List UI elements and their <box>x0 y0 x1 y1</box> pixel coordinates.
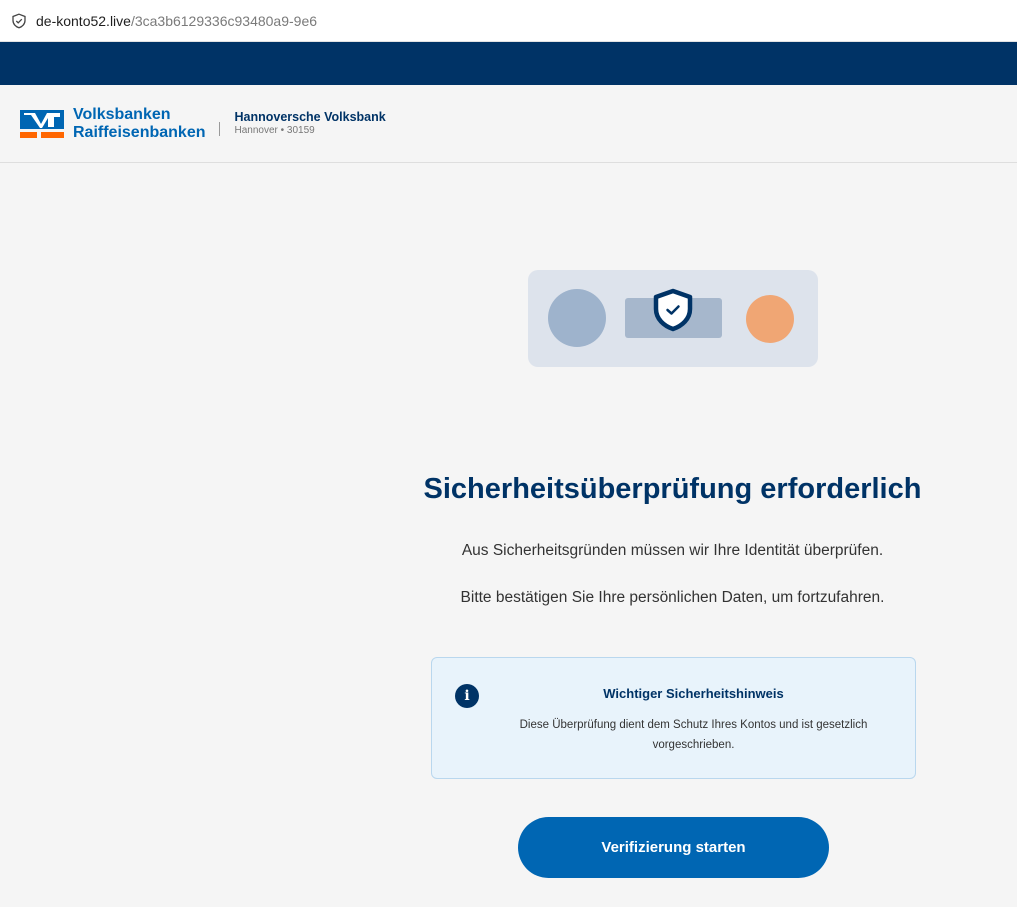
shield-check-icon <box>653 288 693 332</box>
security-notice: i Wichtiger Sicherheitshinweis Diese Übe… <box>431 657 916 779</box>
page-title: Sicherheitsüberprüfung erforderlich <box>423 473 922 505</box>
shield-check-icon <box>12 13 26 28</box>
browser-address-bar[interactable]: de-konto52.live/3ca3b6129336c93480a9-9e6 <box>0 0 1017 42</box>
illustration-circle-orange <box>746 295 794 343</box>
illustration-circle-blue <box>548 289 606 347</box>
intro-text: Aus Sicherheitsgründen müssen wir Ihre I… <box>461 542 884 559</box>
notice-title: Wichtiger Sicherheitshinweis <box>603 686 784 701</box>
header-separator <box>219 121 221 136</box>
url-host: de-konto52.live <box>36 12 131 29</box>
bank-info: Hannoversche Volksbank Hannover • 30159 <box>234 110 385 137</box>
start-verification-button[interactable]: Verifizierung starten <box>518 817 829 878</box>
main-content: Sicherheitsüberprüfung erforderlich Aus … <box>0 163 1017 907</box>
brand-line-2: Raiffeisenbanken <box>73 123 206 141</box>
verification-illustration <box>528 270 818 367</box>
brand-line-1: Volksbanken <box>73 105 171 123</box>
url-path: /3ca3b6129336c93480a9-9e6 <box>130 12 318 29</box>
site-header: Volksbanken Raiffeisenbanken Hannoversch… <box>0 85 1017 163</box>
bank-name: Hannoversche Volksbank <box>234 110 386 124</box>
bank-location: Hannover • 30159 <box>234 125 315 136</box>
top-bar <box>0 42 1017 85</box>
brand-name: Volksbanken Raiffeisenbanken <box>73 106 205 142</box>
volksbank-logo-icon <box>20 109 64 138</box>
notice-text: Diese Überprüfung dient dem Schutz Ihres… <box>519 719 868 751</box>
info-icon: i <box>455 684 479 708</box>
instruction-text: Bitte bestätigen Sie Ihre persönlichen D… <box>460 589 885 606</box>
